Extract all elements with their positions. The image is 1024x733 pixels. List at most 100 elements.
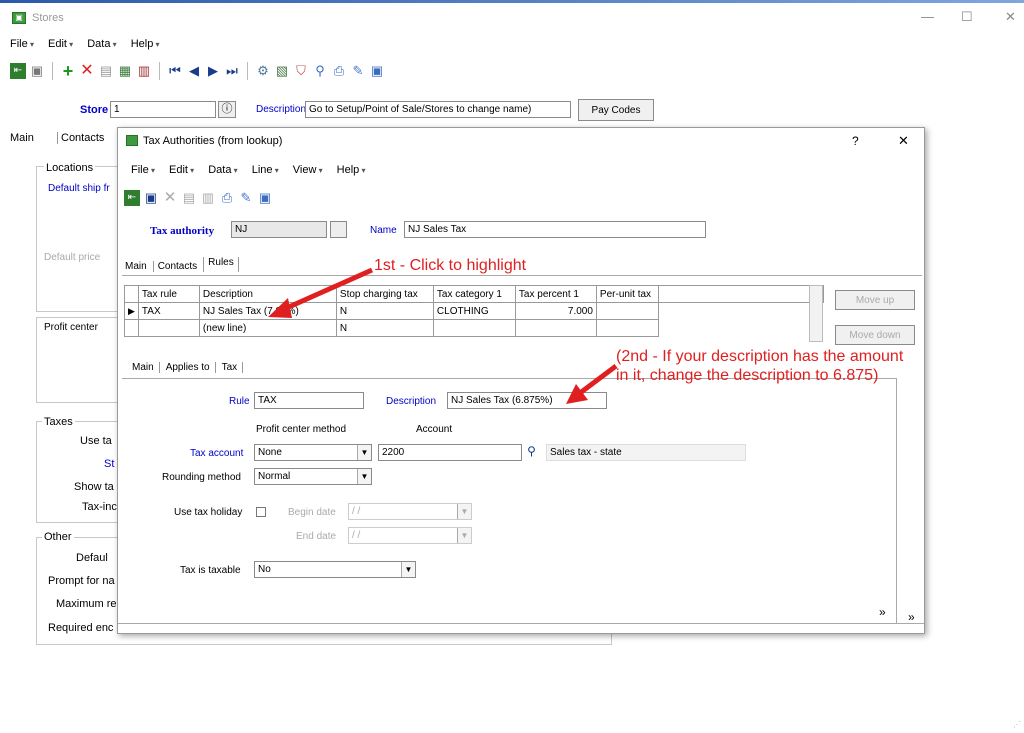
tax-account-method-select[interactable]: None ▼ xyxy=(254,444,372,461)
dialog-grid-icon[interactable]: ▥ xyxy=(200,190,216,206)
dialog-delete-icon[interactable]: ✕ xyxy=(162,190,178,206)
dialog-menu-file[interactable]: File xyxy=(131,164,155,176)
tax-account-method-value: None xyxy=(258,447,282,458)
notes-icon[interactable]: ✎ xyxy=(350,63,366,79)
menu-file[interactable]: File xyxy=(10,38,34,50)
dialog-copy-icon[interactable]: ▤ xyxy=(181,190,197,206)
resize-grip-icon[interactable]: ⋰ xyxy=(1013,720,1021,729)
store-input[interactable]: 1 xyxy=(110,101,216,118)
last-record-icon[interactable]: ⏭ xyxy=(224,63,240,79)
grid-cell[interactable]: (new line) xyxy=(198,319,337,337)
app-icon: ▣ xyxy=(12,12,26,24)
dialog-exit-icon[interactable]: ⇤ xyxy=(124,190,140,206)
dialog-tabs: Main Contacts Rules xyxy=(125,257,239,272)
chevron-down-icon: ▼ xyxy=(457,528,471,543)
help-icon[interactable]: ▣ xyxy=(369,63,385,79)
dialog-app-icon xyxy=(126,135,138,146)
sub-tab-applies-to[interactable]: Applies to xyxy=(166,362,216,373)
grid-cell[interactable]: N xyxy=(335,319,434,337)
dialog-help-button[interactable]: ? xyxy=(852,134,859,148)
rule-input[interactable]: TAX xyxy=(254,392,364,409)
account-search-icon[interactable]: ⚲ xyxy=(523,444,540,461)
menu-help[interactable]: Help xyxy=(131,38,160,50)
previous-record-icon[interactable]: ◀ xyxy=(186,63,202,79)
main-toolbar: ⇤ ▣ + ✕ ▤ ▦ ▥ ⏮ ◀ ▶ ⏭ ⚙ ▧ ⛉ ⚲ ⎙ ✎ ▣ xyxy=(10,59,385,83)
dialog-menu-help[interactable]: Help xyxy=(337,164,366,176)
store-lookup-icon[interactable]: ⓘ xyxy=(218,101,236,118)
store-description-input[interactable]: Go to Setup/Point of Sale/Stores to chan… xyxy=(305,101,571,118)
chevron-down-icon: ▼ xyxy=(357,445,371,460)
toolbar-separator xyxy=(159,62,160,80)
dialog-notes-icon[interactable]: ✎ xyxy=(238,190,254,206)
grid-header[interactable]: Tax rule xyxy=(137,285,200,303)
dialog-tab-main[interactable]: Main xyxy=(125,261,147,272)
end-date-value: / / xyxy=(352,530,361,541)
grid-cell[interactable]: TAX xyxy=(137,302,200,320)
dialog-help-icon[interactable]: ▣ xyxy=(257,190,273,206)
use-tax-holiday-checkbox[interactable] xyxy=(256,507,266,517)
tax-is-taxable-select[interactable]: No ▼ xyxy=(254,561,416,578)
pay-codes-button[interactable]: Pay Codes xyxy=(578,99,654,121)
filter-icon[interactable]: ⛉ xyxy=(293,63,309,79)
grid-cell[interactable]: CLOTHING xyxy=(432,302,516,320)
edit-icon[interactable]: ▦ xyxy=(117,63,133,79)
minimize-button[interactable]: — xyxy=(921,9,934,24)
grid-cell[interactable] xyxy=(595,319,659,337)
table-row[interactable]: ▶ TAX NJ Sales Tax (7.00%) N CLOTHING 7.… xyxy=(124,302,824,320)
search-icon[interactable]: ⚲ xyxy=(312,63,328,79)
tab-contacts[interactable]: Contacts xyxy=(57,132,104,144)
grid-header[interactable]: Per-unit tax xyxy=(595,285,659,303)
grid-header[interactable]: Tax percent 1 xyxy=(514,285,597,303)
grid-cell[interactable] xyxy=(137,319,200,337)
dialog-tab-contacts[interactable]: Contacts xyxy=(152,261,197,272)
menu-edit[interactable]: Edit xyxy=(48,38,73,50)
first-record-icon[interactable]: ⏮ xyxy=(167,63,183,79)
grid-cell[interactable] xyxy=(595,302,659,320)
sub-tab-main[interactable]: Main xyxy=(132,362,160,373)
tax-authority-input[interactable]: NJ xyxy=(231,221,327,238)
rounding-method-select[interactable]: Normal ▼ xyxy=(254,468,372,485)
dialog-tab-rules[interactable]: Rules xyxy=(203,257,239,272)
end-date-input[interactable]: / / ▼ xyxy=(348,527,472,544)
copy-icon[interactable]: ▤ xyxy=(98,63,114,79)
exit-icon[interactable]: ⇤ xyxy=(10,63,26,79)
toolbar-separator xyxy=(247,62,248,80)
next-page-icon[interactable]: » xyxy=(879,605,886,619)
name-input[interactable]: NJ Sales Tax xyxy=(404,221,706,238)
table-row[interactable]: (new line) N xyxy=(124,319,824,337)
print-icon[interactable]: ⎙ xyxy=(331,63,347,79)
close-button[interactable]: ✕ xyxy=(1005,9,1016,25)
tools-icon[interactable]: ⚙ xyxy=(255,63,271,79)
dialog-menu-data[interactable]: Data xyxy=(208,164,238,176)
move-up-button[interactable]: Move up xyxy=(835,290,915,310)
dialog-close-button[interactable]: ✕ xyxy=(898,133,909,149)
begin-date-value: / / xyxy=(352,506,361,517)
menu-data[interactable]: Data xyxy=(87,38,117,50)
grid-icon[interactable]: ▥ xyxy=(136,63,152,79)
grid-cell[interactable] xyxy=(432,319,516,337)
dialog-menu-bar: File Edit Data Line View Help xyxy=(131,164,366,176)
dialog-menu-view[interactable]: View xyxy=(293,164,323,176)
dialog-menu-edit[interactable]: Edit xyxy=(169,164,194,176)
tab-main[interactable]: Main xyxy=(10,132,34,144)
grid-header[interactable]: Tax category 1 xyxy=(432,285,516,303)
maximize-button[interactable]: ☐ xyxy=(961,9,973,25)
dialog-save-icon[interactable]: ▣ xyxy=(143,190,159,206)
dialog-menu-line[interactable]: Line xyxy=(252,164,279,176)
move-down-button[interactable]: Move down xyxy=(835,325,915,345)
tax-authority-lookup-icon[interactable] xyxy=(330,221,347,238)
report-icon[interactable]: ▧ xyxy=(274,63,290,79)
tax-account-input[interactable]: 2200 xyxy=(378,444,522,461)
scroll-right-icon[interactable]: » xyxy=(908,610,915,624)
save-icon[interactable]: ▣ xyxy=(29,63,45,79)
grid-cell[interactable]: 7.000 xyxy=(514,302,597,320)
next-record-icon[interactable]: ▶ xyxy=(205,63,221,79)
sub-tab-tax[interactable]: Tax xyxy=(222,362,244,373)
maximum-label: Maximum re xyxy=(56,598,117,610)
dialog-print-icon[interactable]: ⎙ xyxy=(219,190,235,206)
grid-cell[interactable] xyxy=(514,319,597,337)
add-icon[interactable]: + xyxy=(60,62,76,80)
begin-date-input[interactable]: / / ▼ xyxy=(348,503,472,520)
delete-icon[interactable]: ✕ xyxy=(79,63,95,79)
grid-scrollbar[interactable] xyxy=(809,285,823,342)
